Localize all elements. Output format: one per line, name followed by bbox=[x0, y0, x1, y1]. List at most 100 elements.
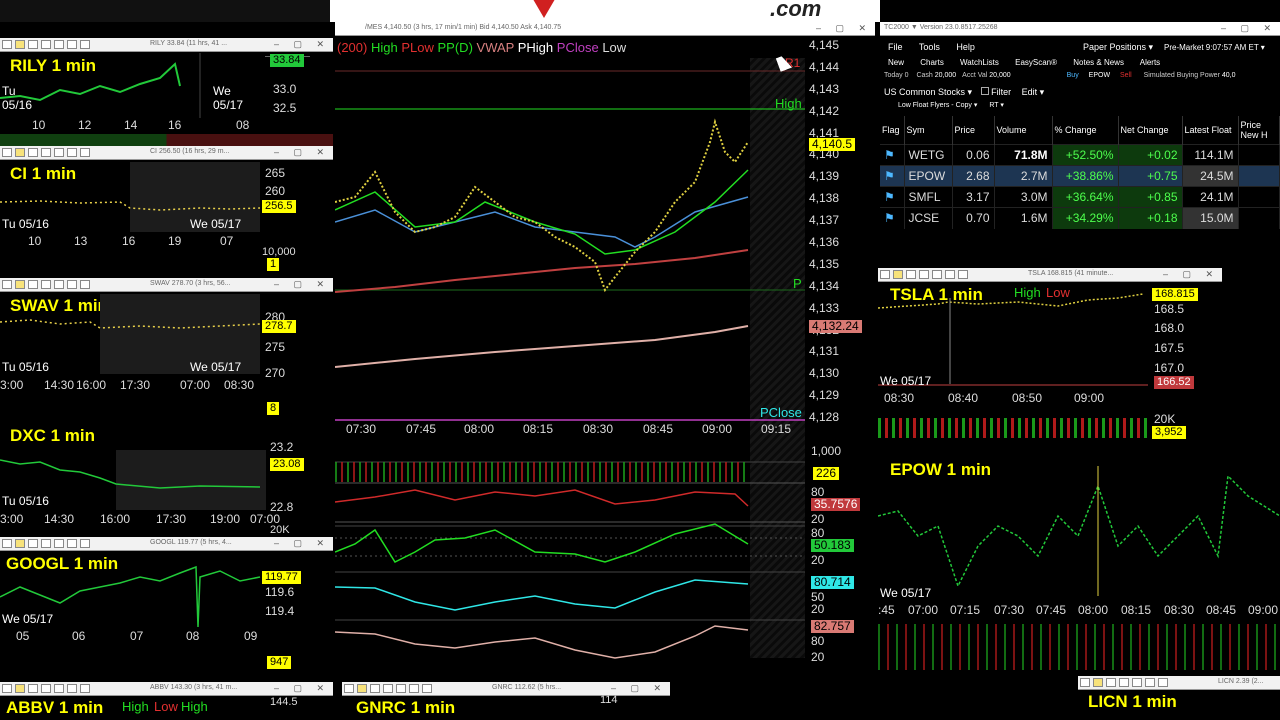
axis-label: 119.6 bbox=[265, 585, 295, 599]
filter-label[interactable]: Filter bbox=[991, 87, 1011, 97]
watchlists-button[interactable]: WatchLists bbox=[960, 58, 999, 67]
flag-icon[interactable]: ⚑ bbox=[880, 186, 905, 208]
menu-help[interactable]: Help bbox=[956, 42, 975, 52]
menu-tools[interactable]: Tools bbox=[919, 42, 940, 52]
level-high-label: High bbox=[775, 96, 802, 111]
buy-button[interactable]: Buy bbox=[1067, 72, 1079, 79]
indicator-axis: 20 bbox=[811, 553, 825, 567]
easyscan-button[interactable]: EasyScan® bbox=[1015, 58, 1057, 67]
toolbar: New Charts WatchLists EasyScan® Notes & … bbox=[888, 58, 1160, 67]
flag-icon[interactable]: ⚑ bbox=[880, 207, 905, 229]
chart-window-swav[interactable]: SWAV 278.70 (3 hrs, 56... – ▢ ✕ SWAV 1 mi… bbox=[0, 278, 333, 416]
paper-positions-dropdown[interactable]: Paper Positions ▾ bbox=[1083, 42, 1153, 53]
volume-bars bbox=[878, 624, 1280, 670]
chart-window-tsla[interactable]: TSLA 168.815 (41 minute... – ▢ ✕ TSLA 1 m… bbox=[878, 268, 1222, 440]
window-titlebar[interactable]: GNRC 112.62 (5 hrs... – ▢ ✕ bbox=[342, 682, 670, 696]
charts-button[interactable]: Charts bbox=[920, 58, 944, 67]
cell-float: 15.0M bbox=[1182, 207, 1239, 229]
col-pct-change[interactable]: % Change bbox=[1052, 116, 1119, 145]
cell-price: 3.17 bbox=[952, 186, 995, 208]
table-row[interactable]: ⚑ WETG 0.06 71.8M +52.50% +0.02 114.1M bbox=[880, 144, 1280, 166]
col-sym[interactable]: Sym bbox=[904, 116, 953, 145]
menu-file[interactable]: File bbox=[888, 42, 903, 52]
indicator-3-value: 80.714 bbox=[811, 576, 854, 589]
col-price-new-high[interactable]: Price New H bbox=[1238, 116, 1280, 145]
col-latest-float[interactable]: Latest Float bbox=[1182, 116, 1239, 145]
rt-dropdown[interactable]: RT ▾ bbox=[989, 102, 1004, 109]
chart-window-rily[interactable]: RILY 33.84 (11 hrs, 41 ... – ▢ ✕ RILY 1 m… bbox=[0, 38, 333, 148]
cell-pct-change: +38.86% bbox=[1052, 165, 1119, 187]
legend-low: Low bbox=[154, 699, 178, 714]
chart-window-ci[interactable]: CI 256.50 (16 hrs, 29 m... – ▢ ✕ CI 1 min… bbox=[0, 146, 333, 272]
table-row[interactable]: ⚑ JCSE 0.70 1.6M +34.29% +0.18 15.0M bbox=[880, 207, 1280, 229]
time-label: 17:30 bbox=[120, 378, 151, 392]
alerts-button[interactable]: Alerts bbox=[1140, 58, 1160, 67]
header-banner: .com bbox=[330, 0, 880, 22]
filter-checkbox[interactable] bbox=[980, 87, 989, 95]
chart-title: ABBV 1 min bbox=[6, 698, 104, 717]
scanner-window[interactable]: TC2000 ▼ Version 23.0.8517.25268– ▢ ✕ Fi… bbox=[880, 22, 1280, 264]
chart-title: LICN 1 min bbox=[1088, 692, 1177, 711]
time-label: 06 bbox=[72, 629, 86, 643]
table-row[interactable]: ⚑ SMFL 3.17 3.0M +36.64% +0.85 24.1M bbox=[880, 186, 1280, 208]
indicator-1-value: 35.7576 bbox=[811, 498, 861, 511]
window-titlebar[interactable]: TC2000 ▼ Version 23.0.8517.25268– ▢ ✕ bbox=[880, 22, 1280, 36]
chart-window-abbv[interactable]: ABBV 143.30 (3 hrs, 41 m... – ▢ ✕ ABBV 1 … bbox=[0, 682, 333, 720]
table-row-selected[interactable]: ⚑ EPOW 2.68 2.7M +38.86% +0.75 24.5M bbox=[880, 165, 1280, 187]
level-p-label: P bbox=[793, 276, 802, 291]
time-label: 12 bbox=[78, 118, 92, 132]
chart-title: GNRC 1 min bbox=[356, 698, 456, 717]
time-label: 07:00 bbox=[180, 378, 211, 392]
date-left: We 05/17 bbox=[2, 612, 54, 626]
notes-news-button[interactable]: Notes & News bbox=[1073, 58, 1124, 67]
last-price-label: 33.84 bbox=[270, 54, 304, 67]
chart-window-licn[interactable]: LICN 2.39 (2... LICN 1 min bbox=[1078, 676, 1280, 720]
sublist-selector[interactable]: Low Float Flyers - Copy ▾ bbox=[898, 102, 977, 109]
cell-volume: 2.7M bbox=[994, 165, 1053, 187]
list-selector[interactable]: US Common Stocks ▾ bbox=[884, 87, 972, 97]
volume-label: 947 bbox=[267, 656, 292, 669]
cell-pct-change: +52.50% bbox=[1052, 144, 1119, 166]
order-symbol[interactable]: EPOW bbox=[1089, 72, 1110, 79]
new-button[interactable]: New bbox=[888, 58, 904, 67]
volume-label: 8 bbox=[267, 402, 280, 415]
flag-icon[interactable]: ⚑ bbox=[880, 144, 905, 166]
col-price[interactable]: Price bbox=[952, 116, 995, 145]
cell-volume: 71.8M bbox=[994, 144, 1053, 166]
pclose-price-label: 4,132.24 bbox=[809, 320, 862, 333]
chart-window-epow[interactable]: EPOW 1 min We 05/17 :45 07:00 07:15 07:3… bbox=[878, 456, 1280, 672]
date-right: We 05/17 bbox=[190, 217, 242, 231]
time-label: 08 bbox=[186, 629, 200, 643]
main-chart-window[interactable]: /MES 4,140.50 (3 hrs, 17 min/1 min) Bid … bbox=[335, 22, 875, 670]
cell-empty bbox=[1238, 144, 1280, 166]
cell-empty bbox=[1238, 165, 1280, 187]
chart-window-dxc[interactable]: DXC 1 min 23.2 23.08 22.8 Tu 05/16 3:00 … bbox=[0, 420, 333, 536]
time-label: 09:00 bbox=[1074, 391, 1105, 405]
date-left: Tu 05/16 bbox=[2, 494, 49, 508]
window-titlebar[interactable]: ABBV 143.30 (3 hrs, 41 m... – ▢ ✕ bbox=[0, 682, 333, 696]
sell-button[interactable]: Sell bbox=[1120, 72, 1132, 79]
axis-label: 260 bbox=[265, 184, 286, 198]
cell-empty bbox=[1238, 207, 1280, 229]
col-volume[interactable]: Volume bbox=[994, 116, 1053, 145]
date-label: We 05/17 bbox=[880, 586, 932, 600]
indicator-4-value: 82.757 bbox=[811, 620, 854, 633]
window-titlebar[interactable]: LICN 2.39 (2... bbox=[1078, 676, 1280, 690]
chart-window-googl[interactable]: GOOGL 119.77 (5 hrs, 4... – ▢ ✕ GOOGL 1 m… bbox=[0, 537, 333, 672]
volume-axis-label: 10,000 bbox=[262, 246, 296, 258]
time-label: 09 bbox=[244, 629, 258, 643]
time-label: 08:30 bbox=[884, 391, 915, 405]
scan-table: Flag Sym Price Volume % Change Net Chang… bbox=[880, 116, 1280, 229]
col-flag[interactable]: Flag bbox=[880, 116, 905, 145]
cell-price: 0.70 bbox=[952, 207, 995, 229]
edit-dropdown[interactable]: Edit ▾ bbox=[1022, 87, 1045, 97]
chart-window-gnrc[interactable]: GNRC 112.62 (5 hrs... – ▢ ✕ GNRC 1 min 11… bbox=[342, 682, 670, 720]
time-axis: :45 07:00 07:15 07:30 07:45 08:00 08:15 … bbox=[878, 603, 1279, 617]
axis-label: 23.2 bbox=[270, 440, 294, 454]
last-price-label: 256.5 bbox=[262, 200, 296, 213]
flag-icon[interactable]: ⚑ bbox=[880, 165, 905, 187]
cell-pct-change: +34.29% bbox=[1052, 207, 1119, 229]
legend-high: High bbox=[122, 699, 149, 714]
col-net-change[interactable]: Net Change bbox=[1118, 116, 1183, 145]
cell-net-change: +0.18 bbox=[1118, 207, 1183, 229]
